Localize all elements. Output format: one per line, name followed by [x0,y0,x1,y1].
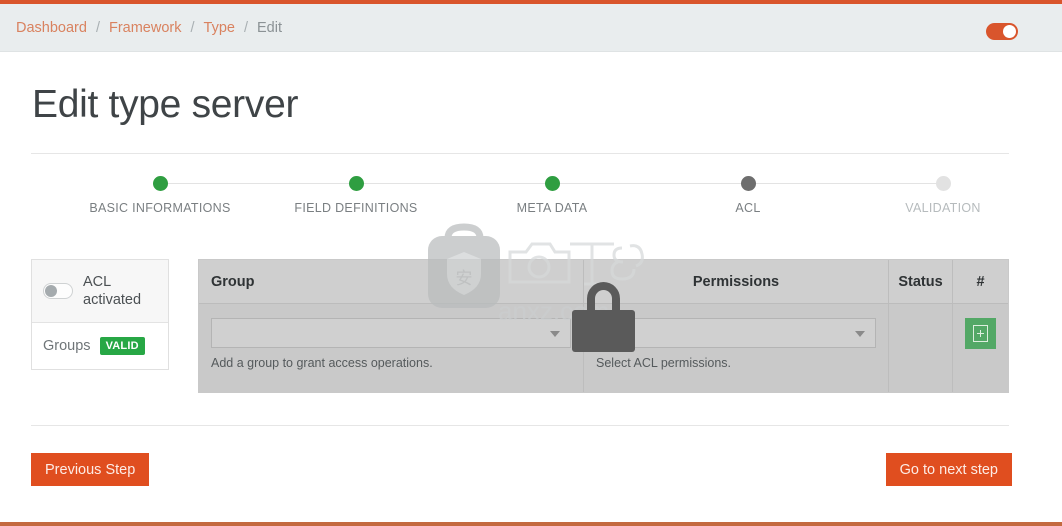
step-label: META DATA [516,201,588,215]
add-box-icon [973,325,988,342]
step-basic-informations[interactable]: BASIC INFORMATIONS [62,169,258,215]
step-dot-done-icon [152,176,168,191]
next-step-button[interactable]: Go to next step [885,453,1012,486]
permissions-select[interactable] [596,318,876,348]
cell-actions [953,304,1008,392]
chevron-down-icon [550,331,560,337]
master-toggle-switch[interactable] [986,23,1018,40]
acl-table-header-row: Group Permissions Status # [199,260,1008,304]
step-label: BASIC INFORMATIONS [89,201,231,215]
cell-group: Add a group to grant access operations. [199,304,584,392]
previous-step-button[interactable]: Previous Step [31,453,150,486]
column-header-permissions: Permissions [584,260,889,303]
permissions-helper-text: Select ACL permissions. [596,356,732,370]
breadcrumb-item-type[interactable]: Type [204,20,235,36]
acl-table: Group Permissions Status # Add a group t… [198,259,1009,393]
divider-top [31,153,1009,154]
step-dot-todo-icon [935,176,951,191]
step-meta-data[interactable]: META DATA [454,169,650,215]
cell-status [889,304,953,392]
breadcrumb: Dashboard / Framework / Type / Edit [16,4,282,52]
breadcrumb-bar: Dashboard / Framework / Type / Edit [0,4,1062,52]
column-header-group: Group [199,260,584,303]
step-field-definitions[interactable]: FIELD DEFINITIONS [258,169,454,215]
sidebar-item-acl-activated[interactable]: ACL activated [32,260,168,324]
wizard-stepper: BASIC INFORMATIONS FIELD DEFINITIONS MET… [31,169,1009,224]
groups-label: Groups [43,338,91,355]
step-label: VALIDATION [905,201,981,215]
step-dot-done-icon [544,176,560,191]
chevron-down-icon [855,331,865,337]
step-label: ACL [735,201,761,215]
breadcrumb-separator: / [190,20,195,36]
acl-activated-toggle[interactable] [43,283,73,300]
step-validation[interactable]: VALIDATION [845,169,1041,215]
step-label: FIELD DEFINITIONS [294,201,418,215]
divider-bottom [31,425,1009,426]
toggle-knob [1003,25,1016,38]
group-helper-text: Add a group to grant access operations. [211,356,433,370]
add-acl-row-button[interactable] [965,318,996,349]
breadcrumb-item-dashboard[interactable]: Dashboard [16,20,87,36]
sidebar-item-groups[interactable]: Groups VALID [32,323,168,369]
app-window: Dashboard / Framework / Type / Edit Edit… [0,0,1062,526]
breadcrumb-separator: / [95,20,100,36]
breadcrumb-item-framework[interactable]: Framework [109,20,182,36]
status-badge-valid: VALID [99,337,145,356]
table-row: Add a group to grant access operations. … [199,304,1008,392]
step-dot-current-icon [740,176,756,191]
step-dot-done-icon [348,176,364,191]
breadcrumb-item-edit: Edit [256,20,282,36]
toggle-knob [45,285,57,298]
breadcrumb-separator: / [243,20,248,36]
column-header-actions: # [976,273,985,290]
cell-permissions: Select ACL permissions. [584,304,889,392]
acl-activated-label: ACL activated [83,274,142,309]
acl-sidebar-card: ACL activated Groups VALID [31,259,169,371]
step-acl[interactable]: ACL [650,169,846,215]
column-header-status: Status [889,260,953,303]
page-title: Edit type server [32,83,299,126]
group-select[interactable] [211,318,571,348]
acl-content-area: ACL activated Groups VALID Group Permiss… [31,259,1009,395]
